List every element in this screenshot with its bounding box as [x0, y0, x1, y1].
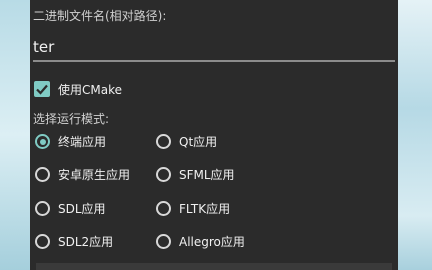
check-icon [34, 81, 50, 97]
run-config-dialog: 二进制文件名(相对路径): ter 使用CMake 选择运行模式: 终端应用 Q… [30, 0, 398, 270]
radio-button-icon [35, 167, 50, 182]
radio-label: 安卓原生应用 [58, 168, 131, 182]
radio-qt-app[interactable]: Qt应用 [156, 133, 217, 150]
radio-sdl-app[interactable]: SDL应用 [35, 200, 106, 217]
radio-label: SDL2应用 [58, 235, 114, 249]
radio-button-icon [156, 201, 171, 216]
radio-label: SFML应用 [179, 168, 235, 182]
radio-label: FLTK应用 [179, 202, 231, 216]
background-left [0, 0, 30, 270]
background-right [398, 0, 432, 270]
radio-terminal-app[interactable]: 终端应用 [35, 133, 106, 150]
use-cmake-label: 使用CMake [58, 82, 122, 97]
radio-android-native-app[interactable]: 安卓原生应用 [35, 166, 130, 183]
bottom-action-bar[interactable] [36, 263, 392, 270]
radio-sdl2-app[interactable]: SDL2应用 [35, 233, 113, 250]
radio-button-icon [156, 167, 171, 182]
filename-label: 二进制文件名(相对路径): [33, 9, 167, 23]
radio-button-icon [35, 201, 50, 216]
radio-label: 终端应用 [58, 135, 107, 149]
radio-button-icon [156, 134, 171, 149]
radio-button-icon [35, 134, 50, 149]
radio-label: SDL应用 [58, 202, 106, 216]
radio-button-icon [156, 234, 171, 249]
radio-sfml-app[interactable]: SFML应用 [156, 166, 235, 183]
use-cmake-checkbox[interactable]: 使用CMake [34, 79, 122, 99]
radio-label: Qt应用 [179, 135, 218, 149]
filename-input[interactable]: ter [33, 38, 395, 62]
radio-fltk-app[interactable]: FLTK应用 [156, 200, 230, 217]
radio-allegro-app[interactable]: Allegro应用 [156, 233, 245, 250]
radio-button-icon [35, 234, 50, 249]
run-mode-label: 选择运行模式: [33, 112, 110, 126]
radio-label: Allegro应用 [179, 235, 245, 249]
